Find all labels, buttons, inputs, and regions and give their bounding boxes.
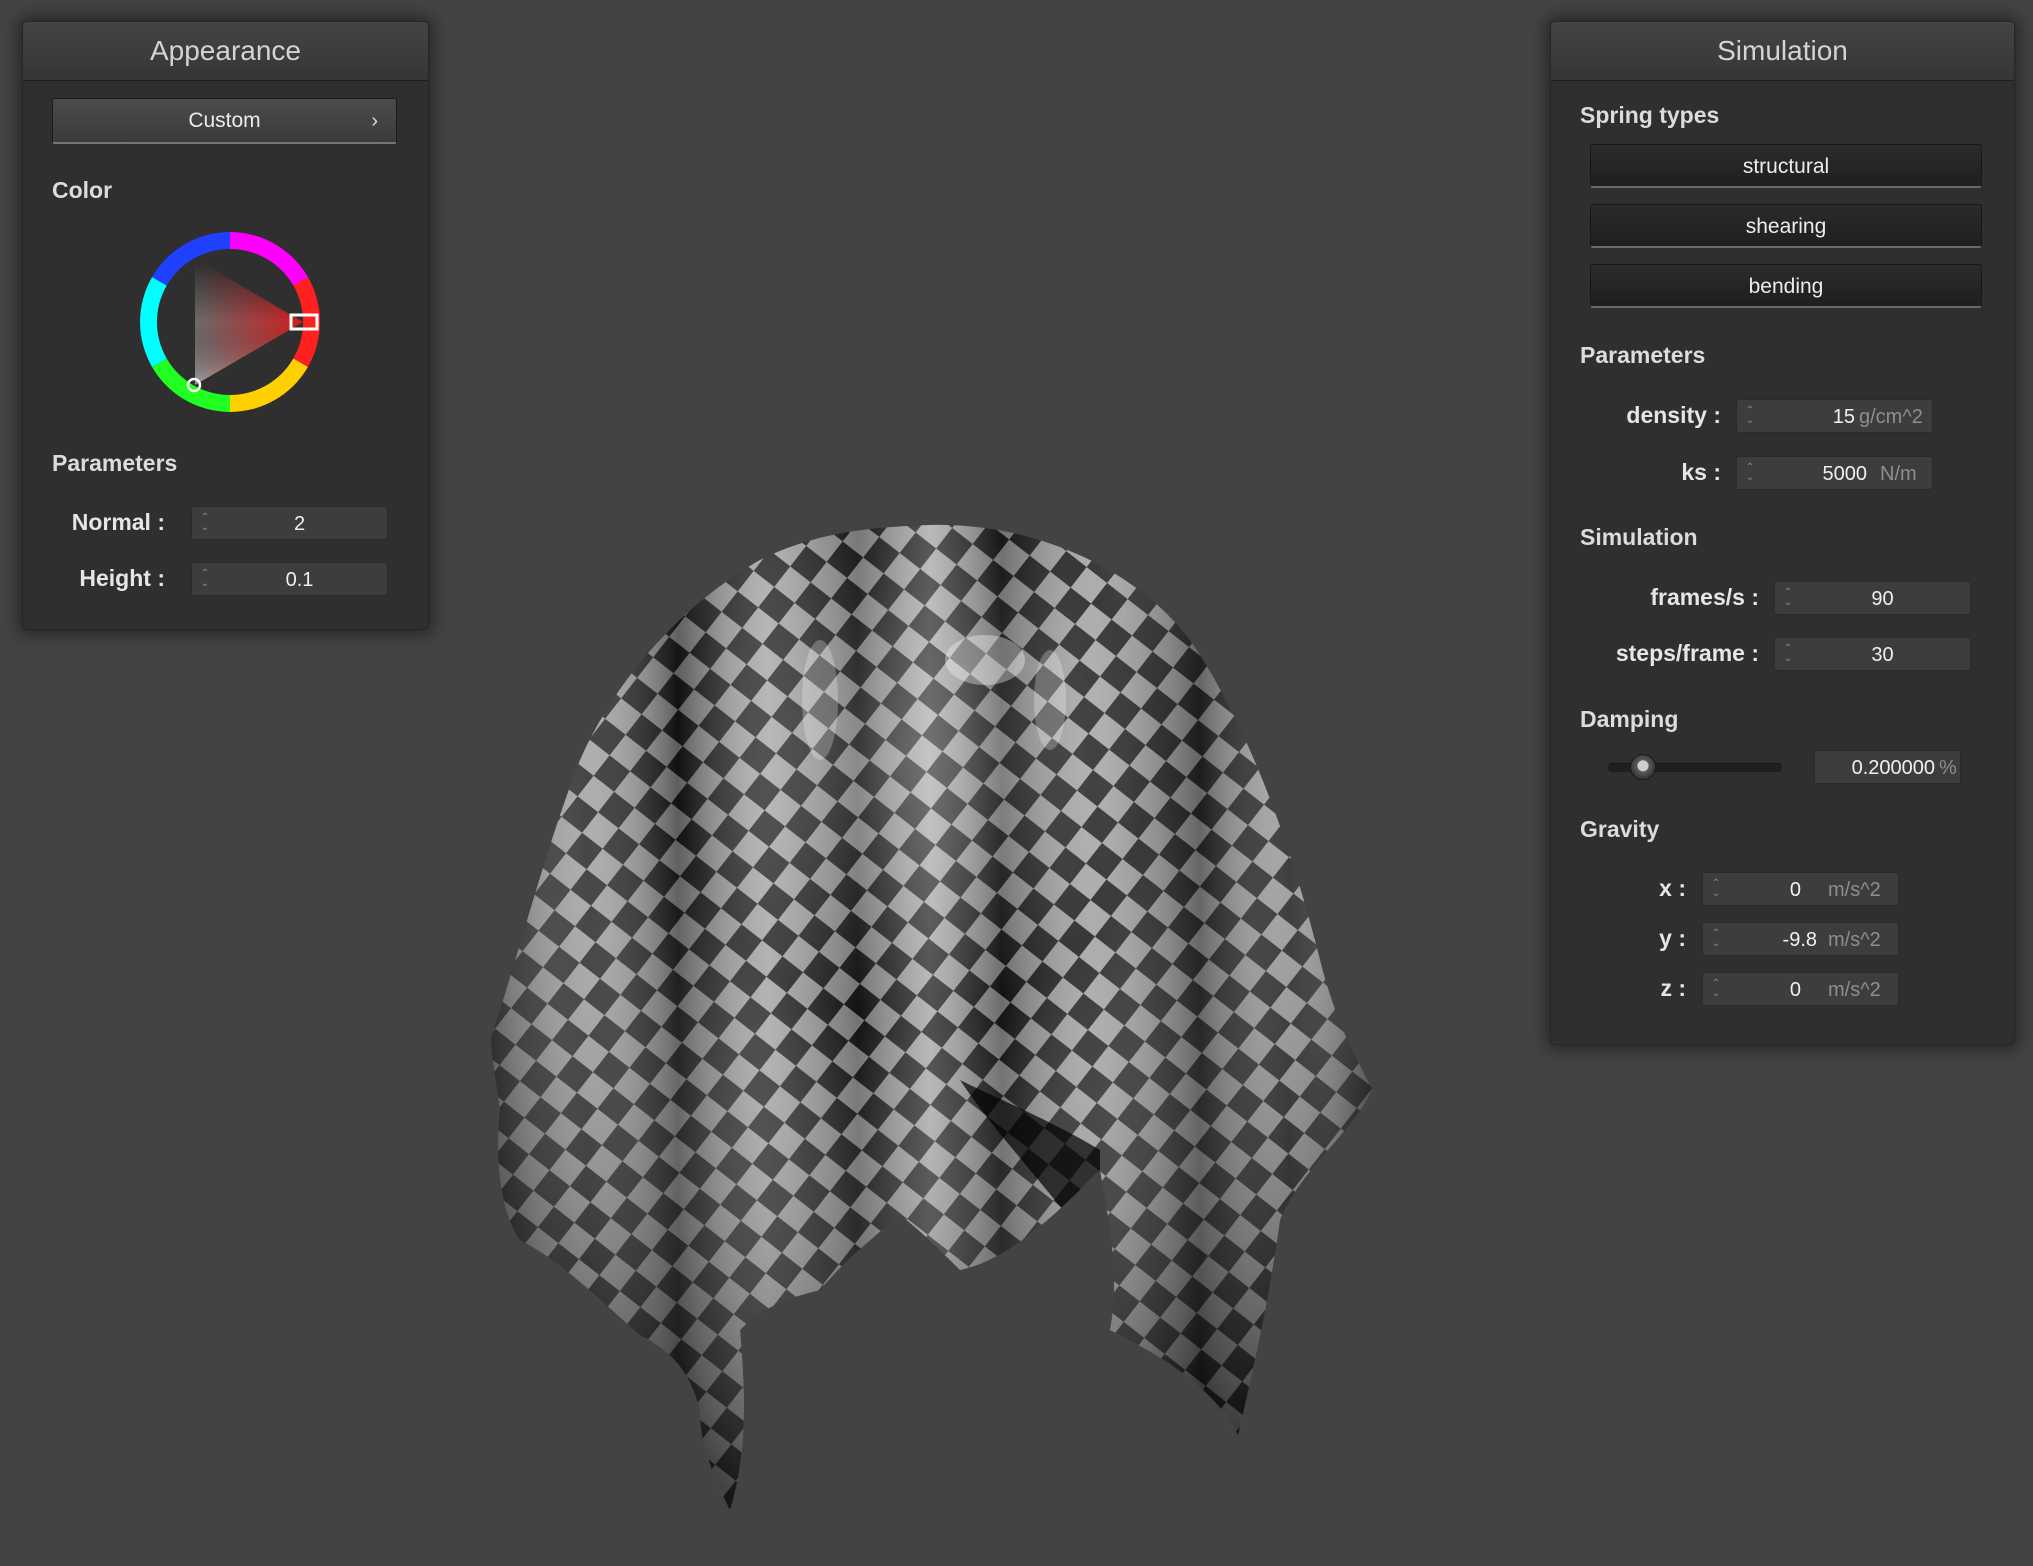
ks-input[interactable]: ⌃ ⌄ 5000 N/m bbox=[1736, 456, 1933, 490]
damping-value: 0.200000 bbox=[1851, 757, 1935, 779]
appearance-parameters-label: Parameters bbox=[52, 450, 178, 476]
gravity-y-label: y : bbox=[1659, 925, 1686, 951]
color-wheel[interactable] bbox=[135, 227, 325, 417]
gravity-y-unit: m/s^2 bbox=[1828, 929, 1881, 951]
fps-input[interactable]: ⌃ ⌄ 90 bbox=[1774, 581, 1971, 615]
fps-label: frames/s : bbox=[1650, 584, 1759, 610]
normal-label: Normal : bbox=[71, 509, 165, 535]
spinner-arrows-icon[interactable]: ⌃ ⌄ bbox=[198, 507, 212, 539]
ks-value: 5000 bbox=[1822, 463, 1868, 485]
gravity-z-input[interactable]: ⌃ ⌄ 0 m/s^2 bbox=[1702, 972, 1899, 1006]
height-label: Height : bbox=[79, 565, 165, 591]
preset-label: Custom bbox=[188, 109, 261, 132]
bending-button[interactable]: bending bbox=[1590, 264, 1982, 308]
appearance-panel: Appearance Custom › Color Parameters Nor… bbox=[22, 21, 429, 630]
gravity-x-value: 0 bbox=[1789, 879, 1801, 901]
spinner-arrows-icon[interactable]: ⌃ ⌄ bbox=[1709, 873, 1723, 905]
gravity-label: Gravity bbox=[1580, 816, 1660, 842]
shearing-button[interactable]: shearing bbox=[1590, 204, 1982, 248]
normal-input[interactable]: ⌃ ⌄ 2 bbox=[191, 506, 388, 540]
saturation-triangle[interactable] bbox=[195, 259, 303, 385]
density-input[interactable]: ⌃ ⌄ 15 g/cm^2 bbox=[1736, 399, 1933, 433]
spinner-arrows-icon[interactable]: ⌃ ⌄ bbox=[1781, 582, 1795, 614]
structural-button[interactable]: structural bbox=[1590, 144, 1982, 188]
steps-label: steps/frame : bbox=[1615, 640, 1759, 666]
steps-value: 30 bbox=[1871, 644, 1894, 666]
height-value: 0.1 bbox=[285, 569, 314, 591]
simulation-section-label: Simulation bbox=[1580, 524, 1698, 550]
ks-unit: N/m bbox=[1880, 463, 1917, 485]
gravity-x-input[interactable]: ⌃ ⌄ 0 m/s^2 bbox=[1702, 872, 1899, 906]
density-unit: g/cm^2 bbox=[1859, 406, 1923, 428]
fps-value: 90 bbox=[1871, 588, 1894, 610]
density-value: 15 bbox=[1832, 406, 1855, 428]
chevron-right-icon: › bbox=[371, 110, 378, 132]
simulation-panel: Simulation Spring types structural shear… bbox=[1550, 21, 2015, 1045]
damping-input[interactable]: 0.200000 % bbox=[1814, 750, 1961, 784]
gravity-z-unit: m/s^2 bbox=[1828, 979, 1881, 1001]
damping-unit: % bbox=[1939, 757, 1957, 779]
gravity-z-label: z : bbox=[1660, 975, 1686, 1001]
ks-label: ks : bbox=[1681, 459, 1721, 485]
gravity-x-label: x : bbox=[1659, 875, 1686, 901]
gravity-x-unit: m/s^2 bbox=[1828, 879, 1881, 901]
steps-input[interactable]: ⌃ ⌄ 30 bbox=[1774, 637, 1971, 671]
normal-value: 2 bbox=[293, 513, 306, 535]
damping-label: Damping bbox=[1580, 706, 1679, 732]
sim-parameters-label: Parameters bbox=[1580, 342, 1706, 368]
preset-dropdown[interactable]: Custom › bbox=[52, 98, 397, 144]
density-label: density : bbox=[1626, 402, 1721, 428]
gravity-y-value: -9.8 bbox=[1782, 929, 1817, 951]
spring-types-label: Spring types bbox=[1580, 102, 1720, 128]
spinner-arrows-icon[interactable]: ⌃ ⌄ bbox=[1709, 923, 1723, 955]
spinner-arrows-icon[interactable]: ⌃ ⌄ bbox=[1743, 457, 1757, 489]
spinner-arrows-icon[interactable]: ⌃ ⌄ bbox=[1709, 973, 1723, 1005]
gravity-z-value: 0 bbox=[1789, 979, 1801, 1001]
appearance-title: Appearance bbox=[23, 22, 428, 81]
gravity-y-input[interactable]: ⌃ ⌄ -9.8 m/s^2 bbox=[1702, 922, 1899, 956]
simulation-title: Simulation bbox=[1551, 22, 2014, 81]
damping-slider-handle[interactable] bbox=[1629, 754, 1656, 780]
spinner-arrows-icon[interactable]: ⌃ ⌄ bbox=[1781, 638, 1795, 670]
height-input[interactable]: ⌃ ⌄ 0.1 bbox=[191, 562, 388, 596]
spinner-arrows-icon[interactable]: ⌃ ⌄ bbox=[1743, 400, 1757, 432]
color-label: Color bbox=[52, 177, 113, 203]
spinner-arrows-icon[interactable]: ⌃ ⌄ bbox=[198, 563, 212, 595]
